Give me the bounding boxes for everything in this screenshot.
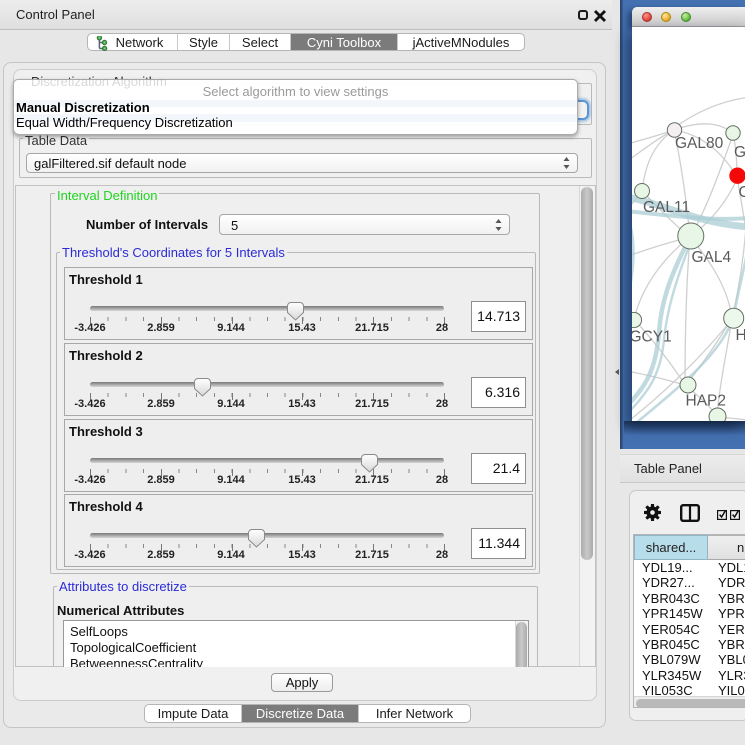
svg-text:GCY1: GCY1 — [632, 329, 672, 346]
svg-text:GAL4: GAL4 — [692, 249, 732, 266]
svg-text:HAP2: HAP2 — [686, 393, 727, 410]
svg-text:H: H — [736, 327, 745, 344]
svg-text:CY: CY — [739, 184, 745, 201]
svg-text:GAL11: GAL11 — [643, 199, 690, 216]
svg-text:GA: GA — [734, 144, 745, 161]
svg-text:GAL80: GAL80 — [675, 135, 724, 152]
